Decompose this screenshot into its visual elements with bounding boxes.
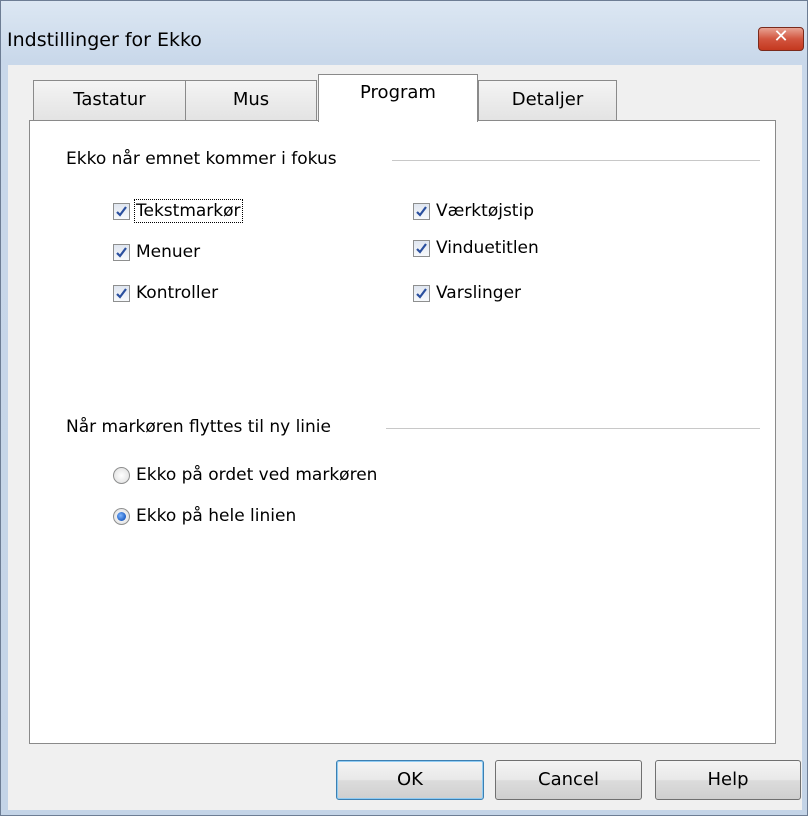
checkbox-label: Tekstmarkør bbox=[134, 199, 243, 223]
close-button[interactable]: ✕ bbox=[758, 26, 804, 51]
checkbox-label: Værktøjstip bbox=[436, 201, 534, 221]
cancel-button[interactable]: Cancel bbox=[495, 760, 642, 800]
checkbox-label: Menuer bbox=[136, 242, 201, 262]
radio-ekko-linien[interactable]: Ekko på hele linien bbox=[113, 503, 296, 529]
tab-mus[interactable]: Mus bbox=[185, 80, 317, 120]
radio-unselected-icon bbox=[113, 466, 130, 484]
ok-button-label: OK bbox=[397, 769, 423, 790]
help-button-label: Help bbox=[707, 769, 749, 790]
help-button[interactable]: Help bbox=[655, 760, 801, 800]
checkbox-kontroller[interactable]: Kontroller bbox=[113, 280, 218, 306]
checkbox-varslinger[interactable]: Varslinger bbox=[413, 280, 521, 306]
checkbox-tekstmarkor[interactable]: Tekstmarkør bbox=[113, 198, 243, 224]
checkbox-vinduetitlen[interactable]: Vinduetitlen bbox=[413, 235, 539, 261]
ok-button[interactable]: OK bbox=[336, 760, 484, 800]
tab-label: Program bbox=[360, 82, 436, 103]
close-icon: ✕ bbox=[773, 26, 789, 47]
radio-selected-icon bbox=[113, 507, 130, 525]
checkbox-checked-icon bbox=[413, 239, 430, 257]
title-bar[interactable]: Indstillinger for Ekko ✕ bbox=[1, 1, 807, 65]
checkbox-checked-icon bbox=[113, 243, 130, 261]
checkbox-checked-icon bbox=[113, 202, 130, 220]
window-title: Indstillinger for Ekko bbox=[7, 29, 202, 51]
group-divider bbox=[392, 160, 760, 161]
checkbox-label: Kontroller bbox=[136, 283, 219, 303]
focus-group-label: Ekko når emnet kommer i fokus bbox=[66, 149, 341, 169]
tab-label: Mus bbox=[232, 89, 270, 110]
checkbox-menuer[interactable]: Menuer bbox=[113, 239, 200, 265]
group-divider bbox=[386, 428, 760, 429]
checkbox-label: Varslinger bbox=[436, 283, 522, 303]
checkbox-checked-icon bbox=[113, 284, 130, 302]
tab-program[interactable]: Program bbox=[318, 74, 478, 122]
radio-label: Ekko på hele linien bbox=[136, 506, 297, 526]
line-group-label: Når markøren flyttes til ny linie bbox=[66, 417, 335, 437]
tab-detaljer[interactable]: Detaljer bbox=[478, 80, 617, 120]
tab-label: Detaljer bbox=[511, 89, 584, 110]
checkbox-label: Vinduetitlen bbox=[436, 238, 539, 258]
checkbox-checked-icon bbox=[413, 284, 430, 302]
checkbox-vaerktojstip[interactable]: Værktøjstip bbox=[413, 198, 534, 224]
radio-label: Ekko på ordet ved markøren bbox=[136, 465, 378, 485]
tab-tastatur[interactable]: Tastatur bbox=[33, 80, 186, 120]
checkbox-checked-icon bbox=[413, 202, 430, 220]
radio-ekko-ordet[interactable]: Ekko på ordet ved markøren bbox=[113, 462, 377, 488]
cancel-button-label: Cancel bbox=[538, 769, 599, 790]
tab-label: Tastatur bbox=[73, 89, 146, 110]
